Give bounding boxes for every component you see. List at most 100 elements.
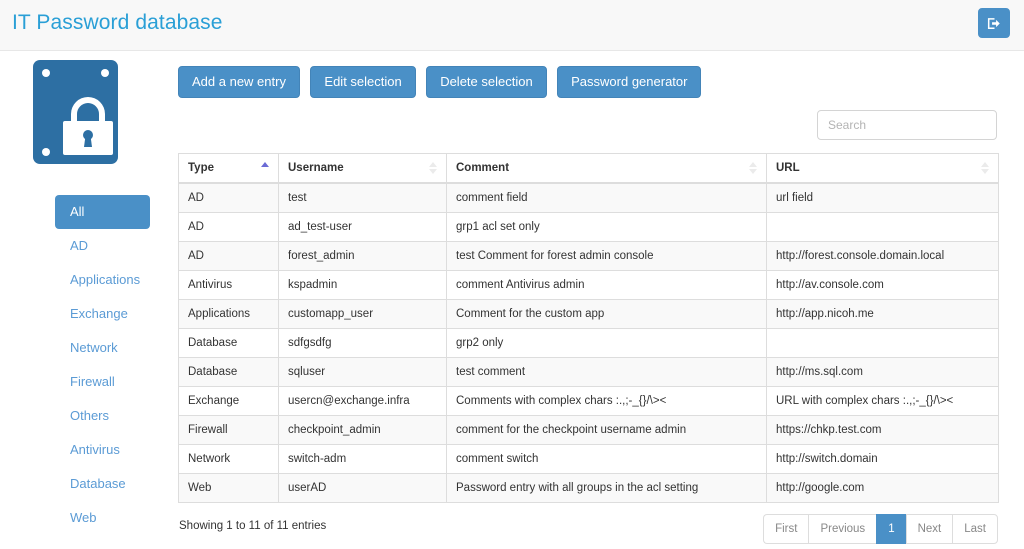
cell-comment: comment switch xyxy=(446,444,767,474)
sidebar-item-database[interactable]: Database xyxy=(55,467,150,501)
sidebar: All AD Applications Exchange Network Fir… xyxy=(0,51,165,549)
sidebar-item[interactable]: Database xyxy=(55,467,150,501)
cell-username: usercn@exchange.infra xyxy=(278,386,447,416)
pagination-page-1[interactable]: 1 xyxy=(876,514,906,544)
delete-selection-button[interactable]: Delete selection xyxy=(426,66,547,98)
cell-username: checkpoint_admin xyxy=(278,415,447,445)
cell-type: Applications xyxy=(178,299,279,329)
cell-username: test xyxy=(278,182,447,213)
table-header-row: Type Username Comment URL xyxy=(178,153,999,184)
entries-table-wrapper: Type Username Comment URL AD test commen… xyxy=(178,153,999,503)
logo-dot xyxy=(101,69,109,77)
cell-username: forest_admin xyxy=(278,241,447,271)
pagination-next[interactable]: Next xyxy=(905,514,953,544)
sort-ascending-icon xyxy=(261,161,270,175)
cell-username: sqluser xyxy=(278,357,447,387)
cell-type: Database xyxy=(178,328,279,358)
cell-username: switch-adm xyxy=(278,444,447,474)
cell-url xyxy=(766,328,999,358)
column-label: URL xyxy=(776,162,800,174)
sidebar-item[interactable]: Others xyxy=(55,399,150,433)
sidebar-item-all[interactable]: All xyxy=(55,195,150,229)
table-row[interactable]: Exchange usercn@exchange.infra Comments … xyxy=(178,386,999,416)
edit-selection-button[interactable]: Edit selection xyxy=(310,66,416,98)
sidebar-item[interactable]: Applications xyxy=(55,263,150,297)
column-header-username[interactable]: Username xyxy=(278,153,447,184)
sidebar-item-others[interactable]: Others xyxy=(55,399,150,433)
sidebar-item-applications[interactable]: Applications xyxy=(55,263,150,297)
table-row[interactable]: Web userAD Password entry with all group… xyxy=(178,473,999,503)
cell-comment: Comment for the custom app xyxy=(446,299,767,329)
sidebar-item[interactable]: Web xyxy=(55,501,150,535)
sidebar-item[interactable]: Exchange xyxy=(55,297,150,331)
cell-url: http://google.com xyxy=(766,473,999,503)
pagination: First Previous 1 Next Last xyxy=(763,514,998,544)
sidebar-item-web[interactable]: Web xyxy=(55,501,150,535)
table-row[interactable]: Database sqluser test comment http://ms.… xyxy=(178,357,999,387)
pagination-first[interactable]: First xyxy=(763,514,809,544)
cell-type: Firewall xyxy=(178,415,279,445)
logo-dot xyxy=(42,69,50,77)
add-new-entry-button[interactable]: Add a new entry xyxy=(178,66,300,98)
sidebar-item-network[interactable]: Network xyxy=(55,331,150,365)
cell-comment: comment for the checkpoint username admi… xyxy=(446,415,767,445)
sort-both-icon xyxy=(981,161,990,175)
sidebar-item-exchange[interactable]: Exchange xyxy=(55,297,150,331)
column-header-comment[interactable]: Comment xyxy=(446,153,767,184)
entries-table: Type Username Comment URL AD test commen… xyxy=(178,153,999,503)
cell-username: kspadmin xyxy=(278,270,447,300)
cell-url: URL with complex chars :.,;-_{}/\>< xyxy=(766,386,999,416)
sidebar-item[interactable]: Firewall xyxy=(55,365,150,399)
table-row[interactable]: Database sdfgsdfg grp2 only xyxy=(178,328,999,358)
main-content: Add a new entry Edit selection Delete se… xyxy=(178,51,999,548)
cell-type: AD xyxy=(178,182,279,213)
logout-button[interactable] xyxy=(978,8,1010,38)
sidebar-item-ad[interactable]: AD xyxy=(55,229,150,263)
table-row[interactable]: Antivirus kspadmin comment Antivirus adm… xyxy=(178,270,999,300)
column-header-type[interactable]: Type xyxy=(178,153,279,184)
table-row[interactable]: AD forest_admin test Comment for forest … xyxy=(178,241,999,271)
table-row[interactable]: Firewall checkpoint_admin comment for th… xyxy=(178,415,999,445)
cell-url: https://chkp.test.com xyxy=(766,415,999,445)
cell-comment: comment field xyxy=(446,182,767,213)
sign-out-icon xyxy=(987,16,1002,31)
cell-comment: grp2 only xyxy=(446,328,767,358)
table-row[interactable]: AD test comment field url field xyxy=(178,182,999,213)
table-row[interactable]: Network switch-adm comment switch http:/… xyxy=(178,444,999,474)
page-body: All AD Applications Exchange Network Fir… xyxy=(0,51,1024,549)
password-generator-button[interactable]: Password generator xyxy=(557,66,702,98)
cell-url: url field xyxy=(766,182,999,213)
cell-url: http://switch.domain xyxy=(766,444,999,474)
cell-url: http://forest.console.domain.local xyxy=(766,241,999,271)
table-row[interactable]: Applications customapp_user Comment for … xyxy=(178,299,999,329)
pagination-last[interactable]: Last xyxy=(952,514,998,544)
sidebar-item[interactable]: All xyxy=(55,195,150,229)
action-toolbar: Add a new entry Edit selection Delete se… xyxy=(178,51,998,98)
sidebar-item[interactable]: Antivirus xyxy=(55,433,150,467)
cell-type: AD xyxy=(178,212,279,242)
sidebar-item-antivirus[interactable]: Antivirus xyxy=(55,433,150,467)
column-label: Username xyxy=(288,162,344,174)
cell-type: Network xyxy=(178,444,279,474)
cell-comment: grp1 acl set only xyxy=(446,212,767,242)
cell-username: ad_test-user xyxy=(278,212,447,242)
pagination-previous[interactable]: Previous xyxy=(808,514,877,544)
cell-comment: comment Antivirus admin xyxy=(446,270,767,300)
cell-type: Exchange xyxy=(178,386,279,416)
padlock-icon xyxy=(59,92,117,161)
column-header-url[interactable]: URL xyxy=(766,153,999,184)
sidebar-item[interactable]: AD xyxy=(55,229,150,263)
cell-username: customapp_user xyxy=(278,299,447,329)
cell-comment: test comment xyxy=(446,357,767,387)
sort-both-icon xyxy=(429,161,438,175)
page-title: IT Password database xyxy=(12,11,223,34)
cell-comment: test Comment for forest admin console xyxy=(446,241,767,271)
entries-count-label: Showing 1 to 11 of 11 entries xyxy=(179,520,327,532)
cell-url xyxy=(766,212,999,242)
sidebar-item[interactable]: Network xyxy=(55,331,150,365)
table-row[interactable]: AD ad_test-user grp1 acl set only xyxy=(178,212,999,242)
search-input[interactable] xyxy=(817,110,997,140)
sidebar-item-firewall[interactable]: Firewall xyxy=(55,365,150,399)
cell-type: Web xyxy=(178,473,279,503)
cell-type: Database xyxy=(178,357,279,387)
